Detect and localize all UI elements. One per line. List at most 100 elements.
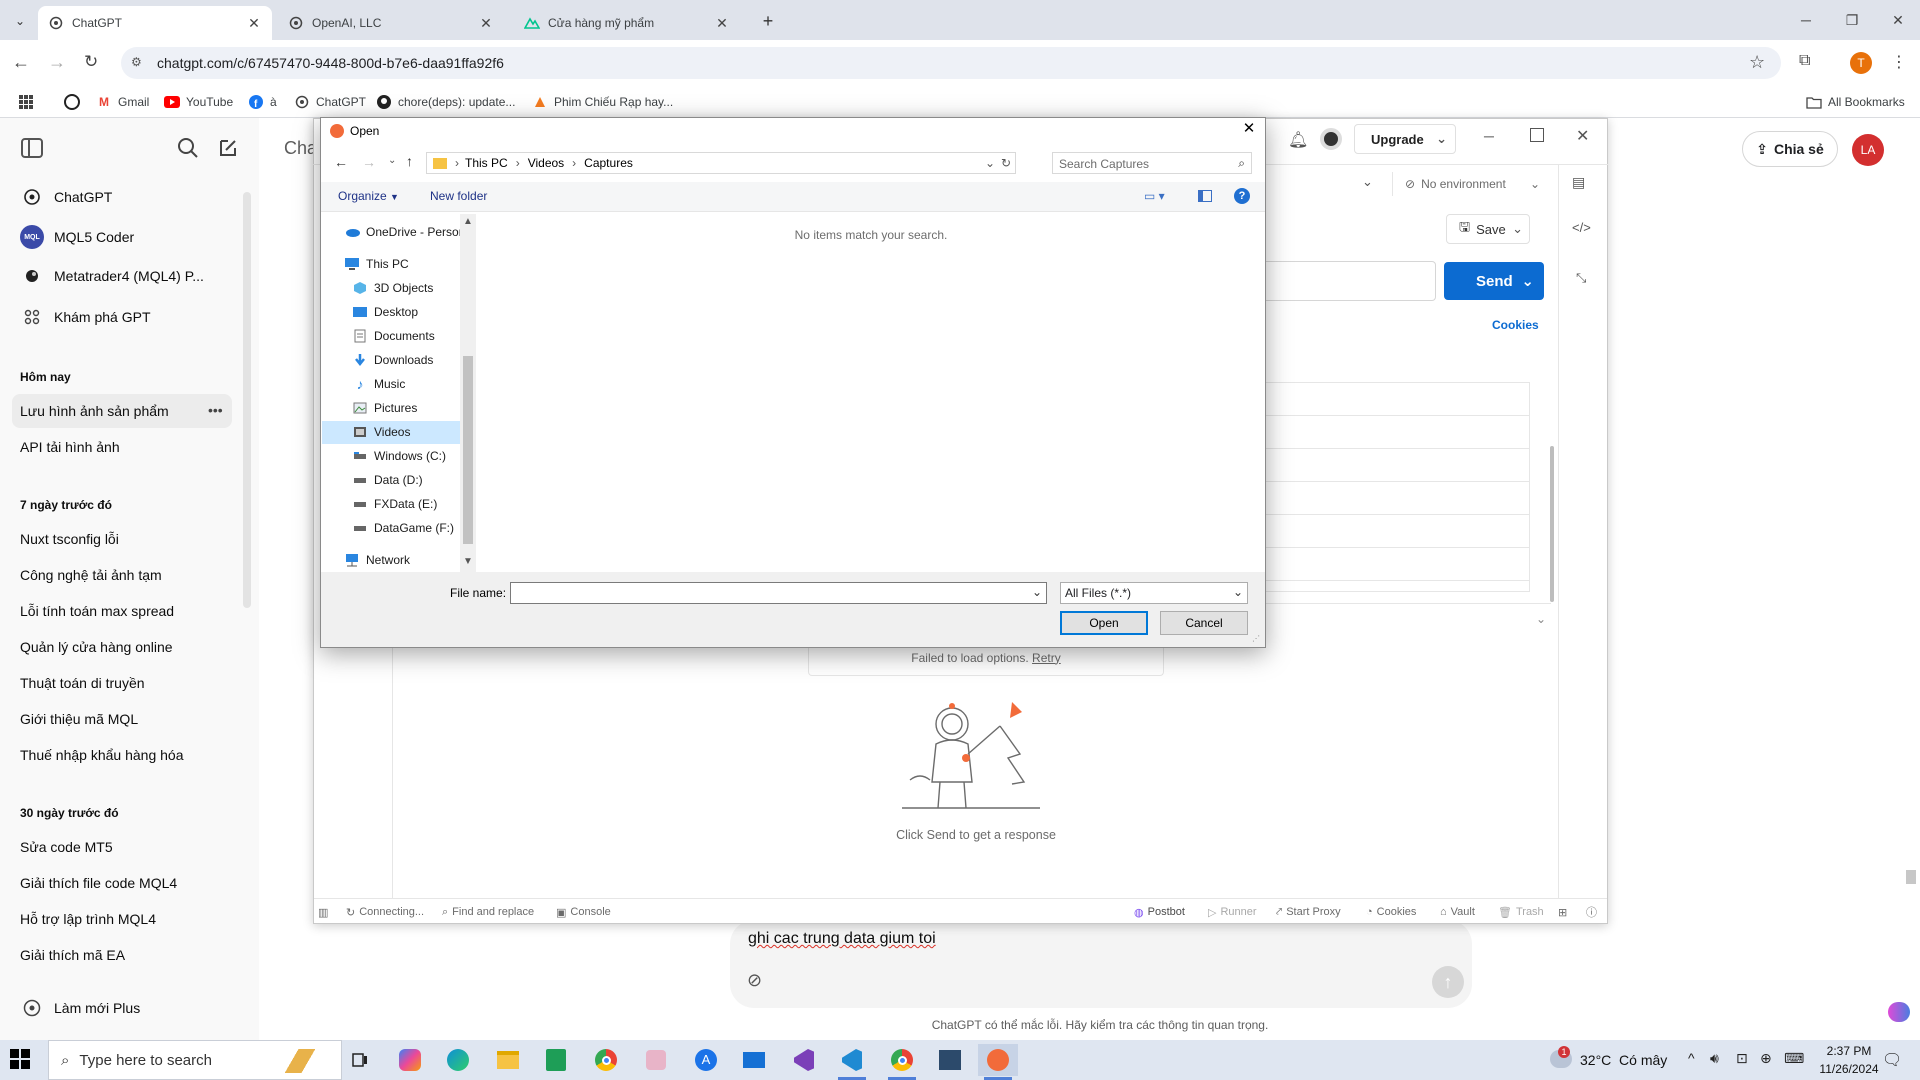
conversation-item[interactable]: Sửa code MT5 bbox=[12, 830, 232, 864]
open-button[interactable]: Open bbox=[1060, 611, 1148, 635]
notification-center-icon[interactable]: 🗨︎ bbox=[1882, 1050, 1902, 1070]
request-url-input[interactable] bbox=[1260, 261, 1436, 301]
clock-time[interactable]: 2:37 PM bbox=[1812, 1044, 1886, 1058]
retry-link[interactable]: Retry bbox=[1032, 651, 1061, 665]
environment-quick-look-icon[interactable]: ▤ bbox=[1572, 174, 1585, 191]
tree-scrollbar[interactable]: ▲ ▼ bbox=[460, 214, 476, 572]
new-tab-button[interactable]: + bbox=[756, 10, 780, 32]
clock-date[interactable]: 11/26/2024 bbox=[1812, 1062, 1886, 1076]
close-window-button[interactable]: ✕ bbox=[1576, 126, 1589, 146]
tree-item-network[interactable]: Network bbox=[344, 550, 410, 570]
brain-icon[interactable] bbox=[1888, 1002, 1910, 1022]
refresh-icon[interactable]: ↻ bbox=[1001, 156, 1011, 170]
cancel-button[interactable]: Cancel bbox=[1160, 611, 1248, 635]
tree-item-datagame-f[interactable]: DataGame (F:) bbox=[352, 518, 454, 538]
status-start-proxy[interactable]: ⤤ Start Proxy bbox=[1276, 904, 1341, 920]
tree-item-data-d[interactable]: Data (D:) bbox=[352, 470, 423, 490]
tab-cosmetics-shop[interactable]: Cửa hàng mỹ phẩm ✕ bbox=[514, 6, 740, 40]
resize-grip-icon[interactable]: ⋰ bbox=[1252, 634, 1260, 643]
back-icon[interactable]: ← bbox=[334, 154, 348, 170]
conversation-item[interactable]: Nuxt tsconfig lỗi bbox=[12, 522, 232, 556]
edge-icon[interactable] bbox=[438, 1044, 478, 1076]
bookmark-chatgpt[interactable]: ChatGPT bbox=[294, 93, 366, 111]
up-icon[interactable]: ↑ bbox=[406, 153, 413, 169]
onedrive-tray-icon[interactable]: ⊡ bbox=[1736, 1050, 1748, 1067]
minimize-window-button[interactable]: ─ bbox=[1794, 8, 1818, 32]
conversation-item[interactable]: API tải hình ảnh bbox=[12, 430, 232, 464]
maximize-window-button[interactable] bbox=[1530, 128, 1544, 142]
tree-item-fxdata-e[interactable]: FXData (E:) bbox=[352, 494, 437, 514]
scroll-up-icon[interactable]: ▲ bbox=[463, 216, 473, 227]
bookmark-gmail[interactable]: M Gmail bbox=[96, 93, 149, 111]
mail-icon[interactable] bbox=[734, 1044, 774, 1076]
conversation-item[interactable]: Giới thiệu mã MQL bbox=[12, 702, 232, 736]
volume-icon[interactable]: 🔊︎ bbox=[1710, 1050, 1719, 1067]
site-info-icon[interactable]: ⚙ bbox=[131, 55, 147, 71]
filetype-select[interactable]: All Files (*.*) ⌄ bbox=[1060, 582, 1248, 604]
bookmark-youtube[interactable]: YouTube bbox=[164, 93, 233, 111]
app-store-icon[interactable]: A bbox=[686, 1044, 726, 1076]
postman-icon[interactable] bbox=[978, 1044, 1018, 1076]
all-bookmarks[interactable]: All Bookmarks bbox=[1806, 93, 1905, 111]
sidebar-item-metatrader4[interactable]: Metatrader4 (MQL4) P... bbox=[12, 259, 232, 293]
sheets-icon[interactable] bbox=[536, 1044, 576, 1076]
conversation-item[interactable]: Lỗi tính toán max spread bbox=[12, 594, 232, 628]
conversation-item[interactable]: Hỗ trợ lập trình MQL4 bbox=[12, 902, 232, 936]
chrome-icon[interactable] bbox=[882, 1044, 922, 1076]
page-scrollbar[interactable] bbox=[1906, 870, 1916, 884]
bookmark-github[interactable]: chore(deps): update... bbox=[376, 93, 515, 111]
conversation-item[interactable]: Thuật toán di truyền bbox=[12, 666, 232, 700]
upgrade-plus-button[interactable]: Làm mới Plus bbox=[12, 990, 232, 1026]
right-scrollbar[interactable] bbox=[1550, 446, 1554, 602]
terminal-icon[interactable] bbox=[930, 1044, 970, 1076]
conversation-item[interactable]: Quản lý cửa hàng online bbox=[12, 630, 232, 664]
back-icon[interactable]: ← bbox=[12, 52, 32, 72]
tree-item-music[interactable]: ♪ Music bbox=[352, 374, 406, 394]
network-tray-icon[interactable]: ⌨︎ bbox=[1784, 1050, 1804, 1067]
tab-chatgpt[interactable]: ChatGPT ✕ bbox=[38, 6, 272, 40]
bookmark-movies[interactable]: Phim Chiếu Rạp hay... bbox=[532, 93, 673, 111]
close-icon[interactable]: ✕ bbox=[714, 15, 730, 31]
conversation-item[interactable]: Công nghệ tải ảnh tạm bbox=[12, 558, 232, 592]
search-captures-input[interactable]: Search Captures ⌕ bbox=[1052, 152, 1252, 174]
chevron-down-icon[interactable]: ⌄ bbox=[1536, 612, 1546, 626]
tree-item-windows-c[interactable]: Windows (C:) bbox=[352, 446, 446, 466]
vscode-icon[interactable] bbox=[832, 1044, 872, 1076]
weather-text[interactable]: 32°C Có mây bbox=[1580, 1052, 1667, 1068]
recent-locations-icon[interactable]: ⌄ bbox=[388, 155, 396, 166]
language-icon[interactable]: ⊕ bbox=[1760, 1050, 1772, 1067]
visual-studio-icon[interactable] bbox=[784, 1044, 824, 1076]
help-icon[interactable]: ? bbox=[1234, 188, 1250, 204]
settings-icon[interactable] bbox=[1320, 128, 1342, 150]
chevron-down-icon[interactable]: ⌄ bbox=[1512, 221, 1523, 237]
menu-icon[interactable]: ⋮ bbox=[1891, 52, 1907, 72]
address-breadcrumb[interactable]: › This PC › Videos › Captures ⌄ ↻ bbox=[426, 152, 1016, 174]
breadcrumb-this-pc[interactable]: This PC bbox=[465, 156, 508, 170]
dialog-close-button[interactable]: ✕ bbox=[1240, 120, 1258, 138]
tab-search-button[interactable]: ⌄ bbox=[8, 10, 32, 32]
sidebar-scrollbar[interactable] bbox=[243, 192, 251, 608]
user-avatar[interactable]: LA bbox=[1852, 134, 1884, 166]
code-icon[interactable]: </> bbox=[1572, 220, 1591, 235]
star-icon[interactable]: ☆ bbox=[1749, 52, 1765, 73]
scroll-thumb[interactable] bbox=[463, 356, 473, 544]
conversation-item[interactable]: Giải thích file code MQL4 bbox=[12, 866, 232, 900]
status-vault[interactable]: ⌂ Vault bbox=[1440, 904, 1475, 920]
notifications-icon[interactable]: 🔔︎ bbox=[1288, 130, 1308, 150]
apps-grid-icon[interactable] bbox=[18, 94, 34, 110]
show-hidden-icons[interactable]: ^ bbox=[1688, 1050, 1695, 1066]
file-explorer-icon[interactable] bbox=[488, 1044, 528, 1076]
status-console[interactable]: ▣ Console bbox=[556, 904, 611, 920]
taskbar-search-box[interactable]: ⌕ Type here to search bbox=[48, 1040, 342, 1080]
tree-item-pictures[interactable]: Pictures bbox=[352, 398, 417, 418]
chevron-down-icon[interactable]: ⌄ bbox=[1032, 585, 1042, 599]
breadcrumb-videos[interactable]: Videos bbox=[528, 156, 564, 170]
new-chat-icon[interactable] bbox=[217, 137, 239, 159]
breadcrumb-captures[interactable]: Captures bbox=[584, 156, 633, 170]
tree-item-desktop[interactable]: Desktop bbox=[352, 302, 418, 322]
forward-icon[interactable]: → bbox=[48, 52, 68, 72]
close-window-button[interactable]: ✕ bbox=[1886, 8, 1910, 32]
close-icon[interactable]: ✕ bbox=[246, 15, 262, 31]
url-text[interactable]: chatgpt.com/c/67457470-9448-800d-b7e6-da… bbox=[157, 55, 504, 71]
extensions-icon[interactable]: ⧉ bbox=[1799, 52, 1819, 72]
